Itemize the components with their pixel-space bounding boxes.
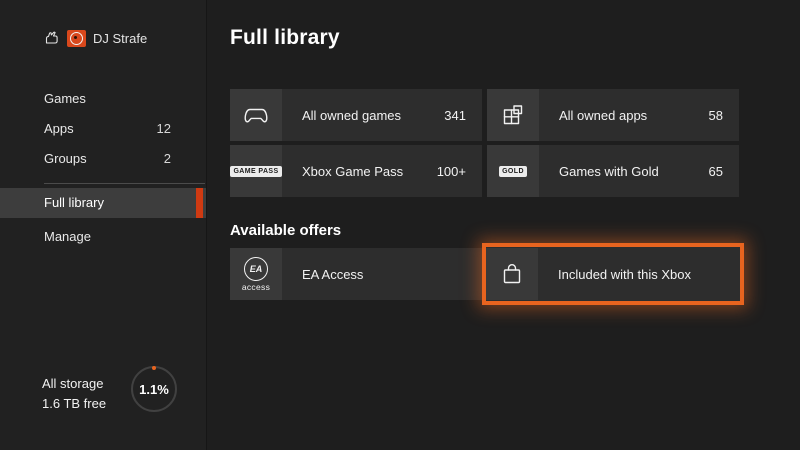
controller-icon <box>230 89 282 141</box>
tile-games-with-gold[interactable]: GOLD Games with Gold 65 <box>487 145 739 197</box>
tile-count: 58 <box>709 108 723 123</box>
sidebar-item-label: Full library <box>44 188 104 218</box>
gamertag-label: DJ Strafe <box>93 31 147 46</box>
tile-xbox-game-pass[interactable]: GAME PASS Xbox Game Pass 100+ <box>230 145 482 197</box>
avatar <box>67 30 86 47</box>
page-title: Full library <box>230 26 340 50</box>
user-profile[interactable]: DJ Strafe <box>42 29 147 47</box>
tile-count: 341 <box>444 108 466 123</box>
section-title-available-offers: Available offers <box>230 222 341 239</box>
selected-indicator-bar <box>196 188 203 218</box>
ea-access-text: access <box>242 282 270 292</box>
storage-gauge: 1.1% <box>131 366 177 412</box>
sidebar-item-full-library[interactable]: Full library <box>0 188 206 218</box>
tile-included-with-this-xbox[interactable]: Included with this Xbox <box>486 247 740 301</box>
tile-label: Xbox Game Pass <box>302 164 403 179</box>
game-pass-badge-text: GAME PASS <box>230 166 281 177</box>
tile-ea-access[interactable]: EA access EA Access <box>230 248 482 300</box>
sidebar-item-label: Games <box>44 86 86 112</box>
apps-grid-icon <box>487 89 539 141</box>
sidebar-divider <box>44 183 205 184</box>
gold-badge-text: GOLD <box>499 166 527 177</box>
game-pass-badge-icon: GAME PASS <box>230 145 282 197</box>
storage-line2: 1.6 TB free <box>42 394 106 414</box>
tile-label: All owned games <box>302 108 401 123</box>
sidebar: DJ Strafe Games Apps 12 Groups 2 Full li… <box>0 0 207 450</box>
storage-line1: All storage <box>42 374 106 394</box>
tile-label: Included with this Xbox <box>558 267 691 282</box>
shopping-bag-icon <box>486 248 538 300</box>
sidebar-item-label: Groups <box>44 146 87 172</box>
turntable-disc-icon <box>70 32 83 45</box>
sidebar-item-apps[interactable]: Apps 12 <box>0 116 206 142</box>
ea-access-icon: EA access <box>230 248 282 300</box>
sidebar-item-count: 2 <box>164 146 171 172</box>
storage-percent-label: 1.1% <box>133 368 175 410</box>
ea-logo-circle: EA <box>244 257 268 281</box>
sidebar-item-label: Manage <box>44 222 91 252</box>
sidebar-item-count: 12 <box>157 116 171 142</box>
tile-label: Games with Gold <box>559 164 659 179</box>
tile-all-owned-apps[interactable]: All owned apps 58 <box>487 89 739 141</box>
tile-label: EA Access <box>302 267 363 282</box>
tile-all-owned-games[interactable]: All owned games 341 <box>230 89 482 141</box>
sidebar-item-label: Apps <box>44 116 74 142</box>
storage-summary: All storage 1.6 TB free <box>42 374 106 414</box>
gold-badge-icon: GOLD <box>487 145 539 197</box>
gamerpic-icon <box>42 29 60 47</box>
tile-count: 65 <box>709 164 723 179</box>
sidebar-item-groups[interactable]: Groups 2 <box>0 146 206 172</box>
tile-label: All owned apps <box>559 108 647 123</box>
sidebar-item-manage[interactable]: Manage <box>0 222 206 252</box>
xbox-library-screen: DJ Strafe Games Apps 12 Groups 2 Full li… <box>0 0 800 450</box>
sidebar-item-games[interactable]: Games <box>0 86 206 112</box>
main-panel: Full library All owned games 341 All own… <box>207 0 800 450</box>
focus-highlight-frame: Included with this Xbox <box>482 243 744 305</box>
tile-count: 100+ <box>437 164 466 179</box>
